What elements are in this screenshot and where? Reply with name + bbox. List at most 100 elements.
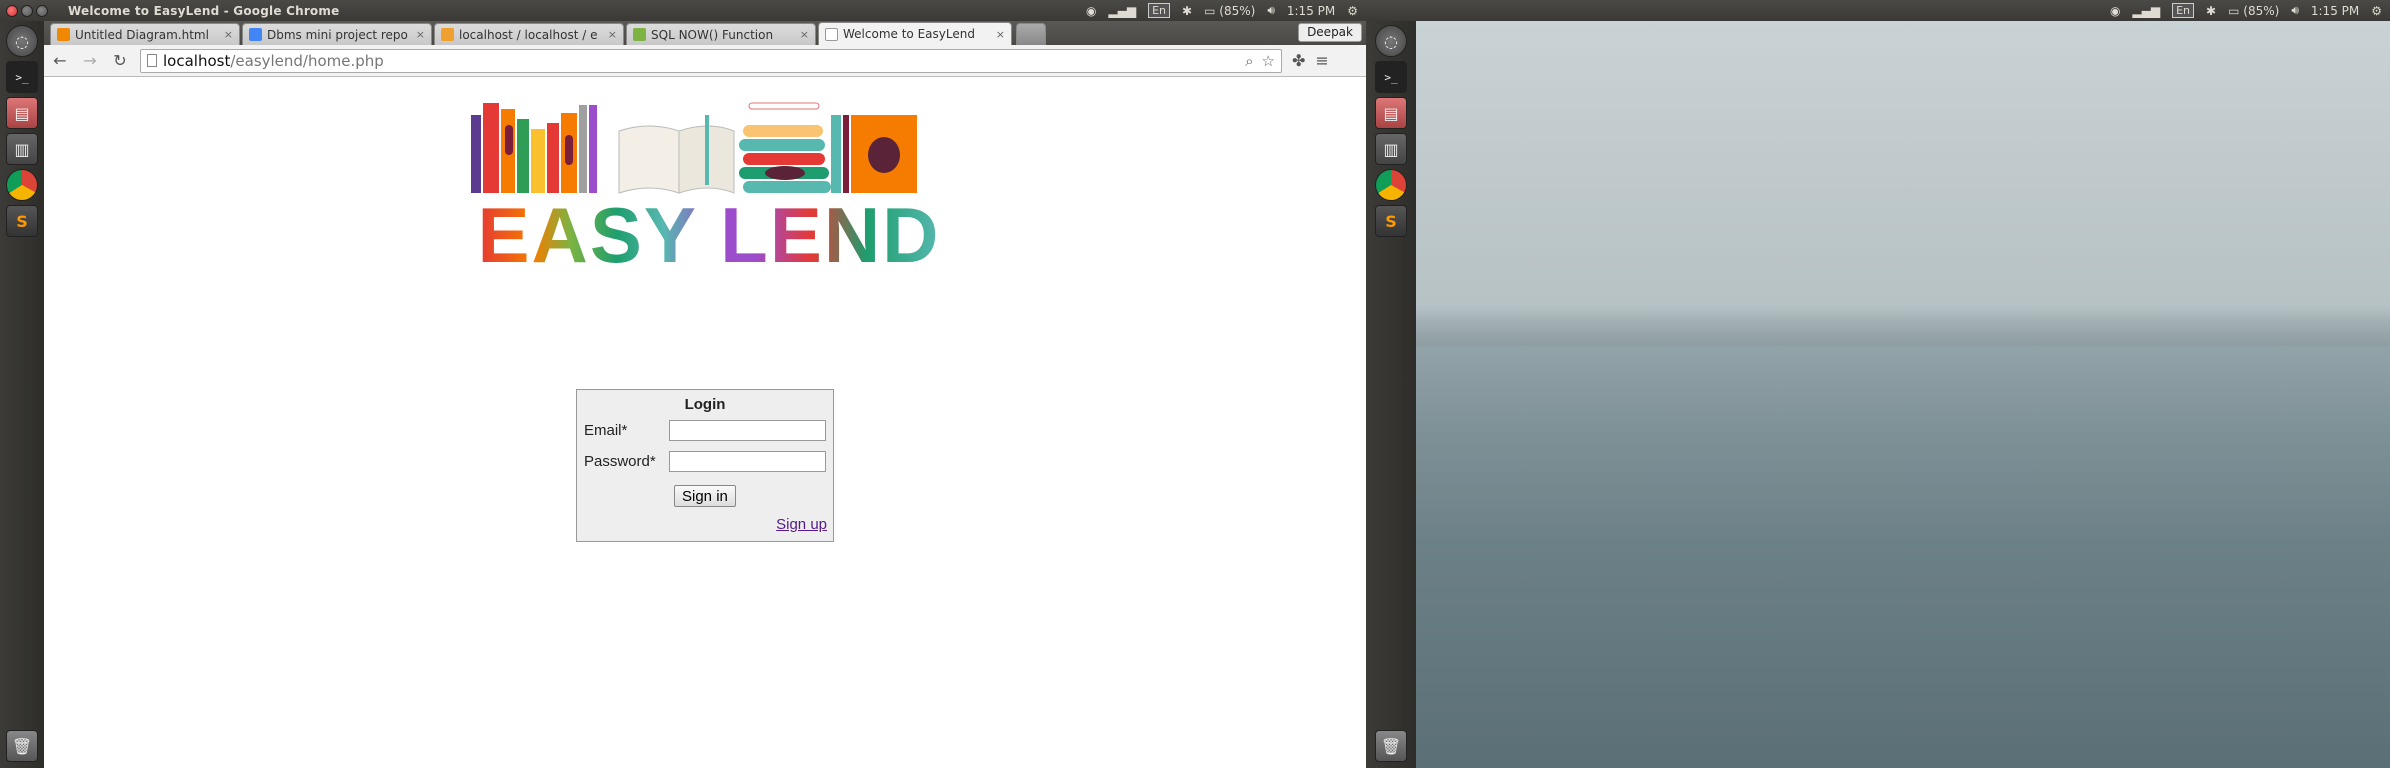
easylend-logo: EASY LEND — [459, 95, 959, 275]
extension-icon[interactable]: ✤ — [1292, 51, 1305, 70]
tab-easylend[interactable]: Welcome to EasyLend × — [818, 22, 1012, 45]
network-icon[interactable]: ▂▄▆ — [1108, 4, 1136, 18]
battery-icon: ▭ — [1204, 3, 1216, 18]
clock[interactable]: 1:15 PM — [2311, 4, 2359, 18]
password-row: Password* — [584, 451, 826, 472]
email-row: Email* — [584, 420, 826, 441]
tab-title: SQL NOW() Function — [651, 27, 774, 42]
url-path: /easylend/home.php — [230, 51, 384, 70]
tab-title: Untitled Diagram.html — [75, 27, 209, 42]
indicator-area: ◉ ▂▄▆ En ✱ ▭ (85%) 🔊︎ 1:15 PM ⚙ — [1086, 0, 1366, 21]
battery-percent: (85%) — [2243, 3, 2280, 18]
page-icon — [825, 27, 838, 41]
url-host: localhost — [163, 51, 231, 70]
page-viewport: EASY LEND Login Email* Password* Sign in… — [44, 77, 1366, 767]
logo-text: EASY LEND — [477, 191, 941, 279]
logo-wordmark: EASY LEND — [459, 195, 959, 275]
tab-phpmyadmin[interactable]: localhost / localhost / e × — [434, 23, 624, 45]
sublime-icon[interactable]: S — [6, 205, 38, 237]
browser-toolbar: ← → ↻ localhost/easylend/home.php ⌕ ☆ ✤ … — [44, 45, 1366, 77]
indicator-area-second: ◉ ▂▄▆ En ✱ ▭ (85%) 🔊︎ 1:15 PM ⚙ — [2110, 0, 2390, 21]
close-icon[interactable]: × — [608, 28, 617, 41]
battery-indicator[interactable]: ▭ (85%) — [2228, 4, 2279, 18]
tab-title: Dbms mini project repo — [267, 27, 408, 42]
chrome-icon[interactable] — [6, 169, 38, 201]
email-label: Email* — [584, 422, 628, 439]
launcher-right: ◌ >_ ▤ ▥ S 🗑︎ — [1366, 21, 1416, 768]
keyboard-layout-indicator[interactable]: En — [1148, 3, 1171, 18]
login-form: Login Email* Password* Sign in Sign up — [576, 389, 834, 542]
page-icon — [147, 54, 157, 67]
password-label: Password* — [584, 453, 656, 470]
gear-icon[interactable]: ⚙ — [1347, 4, 1358, 18]
password-field[interactable] — [669, 451, 826, 472]
top-panel: Welcome to EasyLend - Google Chrome ◉ ▂▄… — [0, 0, 1366, 21]
sign-in-button[interactable]: Sign in — [674, 485, 736, 507]
bluetooth-icon[interactable]: ✱ — [1182, 4, 1192, 18]
docs-icon — [249, 28, 262, 41]
close-window-button[interactable] — [6, 4, 18, 17]
drive-icon[interactable]: ▥ — [1375, 133, 1407, 165]
books-illustration — [471, 102, 917, 194]
tab-dbms-report[interactable]: Dbms mini project repo × — [242, 23, 432, 45]
tab-title: localhost / localhost / e — [459, 27, 598, 42]
w3schools-icon — [633, 28, 646, 41]
minimize-window-button[interactable] — [21, 4, 33, 17]
reload-icon[interactable]: ↻ — [110, 51, 130, 71]
email-field[interactable] — [669, 420, 826, 441]
battery-percent: (85%) — [1219, 3, 1256, 18]
close-icon[interactable]: × — [416, 28, 425, 41]
bluetooth-icon[interactable]: ✱ — [2206, 4, 2216, 18]
terminal-icon[interactable]: >_ — [1375, 61, 1407, 93]
close-icon[interactable]: × — [224, 28, 233, 41]
window-title: Welcome to EasyLend - Google Chrome — [68, 3, 340, 18]
drawio-icon — [57, 28, 70, 41]
volume-icon[interactable]: 🔊︎ — [1267, 3, 1275, 18]
files-icon[interactable]: ▤ — [1375, 97, 1407, 129]
desktop-wallpaper — [1416, 21, 2390, 768]
terminal-icon[interactable]: >_ — [6, 61, 38, 93]
omnibox-actions: ⌕ ☆ — [1245, 52, 1275, 70]
chrome-indicator-icon[interactable]: ◉ — [1086, 4, 1096, 18]
chrome-icon[interactable] — [1375, 169, 1407, 201]
maximize-window-button[interactable] — [36, 4, 48, 17]
sublime-icon[interactable]: S — [1375, 205, 1407, 237]
trash-icon[interactable]: 🗑︎ — [1375, 730, 1407, 762]
trash-wrap: 🗑︎ — [1375, 730, 1407, 762]
tab-strip: Untitled Diagram.html × Dbms mini projec… — [44, 21, 1366, 45]
keyboard-layout-indicator[interactable]: En — [2172, 3, 2195, 18]
chrome-window: Untitled Diagram.html × Dbms mini projec… — [44, 21, 1366, 768]
tab-untitled-diagram[interactable]: Untitled Diagram.html × — [50, 23, 240, 45]
close-icon[interactable]: × — [996, 28, 1005, 41]
gear-icon[interactable]: ⚙ — [2371, 4, 2382, 18]
volume-icon[interactable]: 🔊︎ — [2291, 3, 2299, 18]
trash-icon[interactable]: 🗑︎ — [6, 730, 38, 762]
zoom-icon[interactable]: ⌕ — [1245, 52, 1253, 70]
menu-icon[interactable]: ≡ — [1315, 51, 1328, 70]
clock[interactable]: 1:15 PM — [1287, 4, 1335, 18]
address-bar[interactable]: localhost/easylend/home.php ⌕ ☆ — [140, 48, 1282, 73]
trash-wrap: 🗑︎ — [6, 730, 38, 762]
close-icon[interactable]: × — [800, 28, 809, 41]
forward-icon[interactable]: → — [80, 51, 100, 71]
launcher-left: ◌ >_ ▤ ▥ S 🗑︎ — [0, 21, 44, 768]
dash-icon[interactable]: ◌ — [6, 25, 38, 57]
network-icon[interactable]: ▂▄▆ — [2132, 4, 2160, 18]
url: localhost/easylend/home.php — [163, 52, 384, 70]
phpmyadmin-icon — [441, 28, 454, 41]
bookmark-star-icon[interactable]: ☆ — [1262, 52, 1275, 70]
dash-icon[interactable]: ◌ — [1375, 25, 1407, 57]
chrome-indicator-icon[interactable]: ◉ — [2110, 4, 2120, 18]
login-heading: Login — [684, 396, 726, 413]
tab-title: Welcome to EasyLend — [843, 27, 975, 41]
sign-up-link[interactable]: Sign up — [776, 516, 827, 533]
battery-icon: ▭ — [2228, 3, 2240, 18]
new-tab-button[interactable] — [1016, 23, 1046, 45]
profile-button[interactable]: Deepak — [1298, 23, 1362, 42]
files-icon[interactable]: ▤ — [6, 97, 38, 129]
back-icon[interactable]: ← — [50, 51, 70, 71]
top-panel-second-monitor: ◉ ▂▄▆ En ✱ ▭ (85%) 🔊︎ 1:15 PM ⚙ — [1366, 0, 2390, 21]
battery-indicator[interactable]: ▭ (85%) — [1204, 4, 1255, 18]
drive-icon[interactable]: ▥ — [6, 133, 38, 165]
tab-sql-now[interactable]: SQL NOW() Function × — [626, 23, 816, 45]
